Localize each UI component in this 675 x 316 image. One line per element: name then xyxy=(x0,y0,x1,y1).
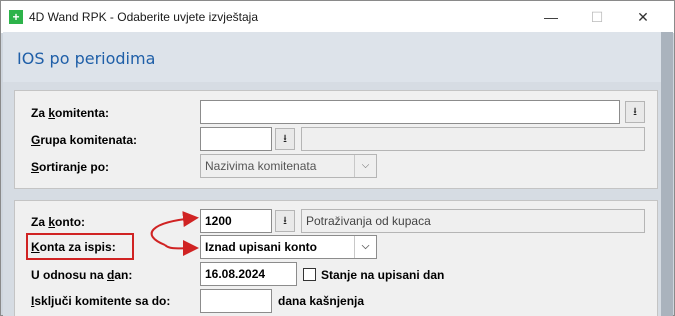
sortiranje-value: Nazivima komitenata xyxy=(205,159,317,173)
minimize-button[interactable]: — xyxy=(528,1,574,33)
grupa-lookup-icon[interactable]: ⭳ xyxy=(275,128,295,150)
konta-za-ispis-value: Iznad upisani konto xyxy=(205,240,318,254)
konta-za-ispis-select[interactable]: Iznad upisani konto ⌵ xyxy=(200,235,377,259)
konto-description: Potraživanja od kupaca xyxy=(301,209,645,233)
app-plus-icon: + xyxy=(9,10,23,24)
highlight-box xyxy=(26,233,134,260)
label-sortiranje: Sortiranje po: xyxy=(31,160,110,174)
label-za-komitenta: Za komitenta: xyxy=(31,106,110,120)
window-title: 4D Wand RPK - Odaberite uvjete izvještaj… xyxy=(29,10,258,24)
chevron-down-icon[interactable]: ⌵ xyxy=(354,236,376,258)
date-input[interactable]: 16.08.2024 xyxy=(200,262,297,286)
label-za-konto: Za konto: xyxy=(31,215,86,229)
days-input[interactable] xyxy=(200,289,272,313)
stanje-checkbox[interactable] xyxy=(303,268,316,281)
close-button[interactable]: ✕ xyxy=(620,1,666,33)
konto-lookup-icon[interactable]: ⭳ xyxy=(275,210,295,232)
chevron-down-icon[interactable]: ⌵ xyxy=(354,155,376,177)
komitent-lookup-icon[interactable]: ⭳ xyxy=(625,101,645,123)
days-suffix-label: dana kašnjenja xyxy=(278,294,365,308)
scrollbar-track[interactable] xyxy=(661,32,673,316)
label-u-odnosu-na-dan: U odnosu na dan: xyxy=(31,268,133,282)
grupa-input[interactable] xyxy=(200,127,272,151)
title-bar: + 4D Wand RPK - Odaberite uvjete izvješt… xyxy=(1,1,674,33)
komitent-input[interactable] xyxy=(200,100,620,124)
stanje-checkbox-label: Stanje na upisani dan xyxy=(321,268,445,282)
page-title: IOS po periodima xyxy=(17,49,156,68)
label-iskljuci-komitente: Isključi komitente sa do: xyxy=(31,294,171,308)
grupa-description xyxy=(301,127,645,151)
heading-area: IOS po periodima xyxy=(3,32,661,82)
sortiranje-select[interactable]: Nazivima komitenata ⌵ xyxy=(200,154,377,178)
label-grupa-komitenata: Grupa komitenata: xyxy=(31,133,138,147)
konto-input[interactable]: 1200 xyxy=(200,209,272,233)
maximize-button[interactable]: ☐ xyxy=(574,1,620,33)
